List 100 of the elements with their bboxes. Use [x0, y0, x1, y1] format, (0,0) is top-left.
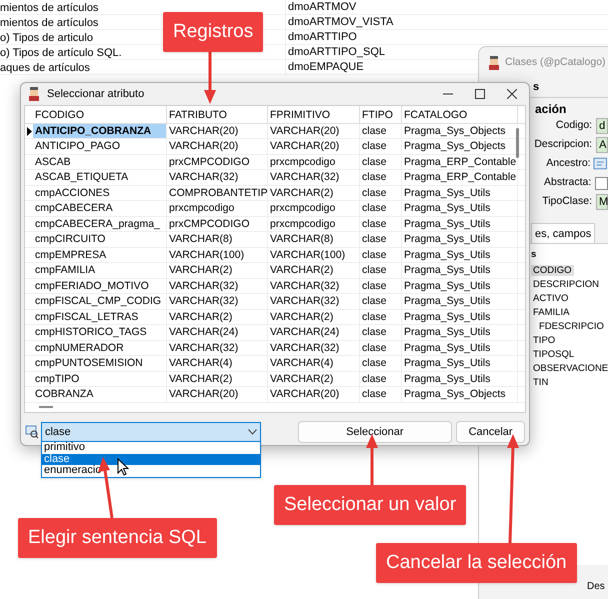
combo-box[interactable]: clase: [40, 422, 260, 442]
table-cell: Pragma_Sys_Utils: [402, 325, 518, 340]
table-cell: VARCHAR(20): [268, 387, 360, 402]
table-row[interactable]: cmpACCIONES COMPROBANTETIP VARCHAR(2) clase Pragma_Sys_Utils: [25, 186, 525, 202]
table-cell: VARCHAR(4): [268, 356, 360, 371]
window-title: Clases (@pCatalogo): [505, 55, 606, 70]
tree-item[interactable]: DESCRIPCION: [531, 279, 601, 290]
column-header[interactable]: FPRIMITIVO: [268, 106, 360, 123]
tree-item[interactable]: TIN: [531, 377, 550, 388]
column-header[interactable]: FATRIBUTO: [167, 106, 268, 123]
table-cell: VARCHAR(20): [268, 124, 360, 138]
arrow: [366, 434, 378, 485]
text-field[interactable]: A: [596, 137, 608, 153]
close-icon[interactable]: [507, 88, 517, 99]
table-cell: clase: [360, 248, 402, 262]
table-cell: clase: [360, 278, 402, 294]
table-cell: clase: [360, 170, 402, 185]
table-row[interactable]: cmpFISCAL_CMP_CODIG VARCHAR(32) VARCHAR(32) clase Pragma_Sys_Utils: [25, 294, 525, 310]
select-button[interactable]: Seleccionar: [298, 421, 452, 444]
table-row[interactable]: ANTICIPO_COBRANZA VARCHAR(20) VARCHAR(20) clase Pragma_Sys_Objects: [25, 124, 525, 140]
table-cell: VARCHAR(32): [268, 294, 360, 309]
tree-item[interactable]: FAMILIA: [531, 307, 572, 318]
table-row[interactable]: COBRANZA VARCHAR(20) VARCHAR(20) clase Pragma_Sys_Objects: [25, 387, 525, 403]
table-row[interactable]: cmpCIRCUITO VARCHAR(8) VARCHAR(8) clase Pragma_Sys_Utils: [25, 232, 525, 248]
tab[interactable]: es, campos: [531, 223, 596, 243]
scrollbar[interactable]: [516, 128, 519, 158]
list-cell: mientos de artículos: [0, 16, 98, 29]
table-cell: VARCHAR(2): [268, 186, 360, 200]
field-label: Codigo:: [554, 118, 592, 134]
table-cell: VARCHAR(32): [268, 170, 360, 185]
list-cell: dmoARTTIPO: [285, 28, 357, 46]
table-cell: Pragma_Sys_Utils: [402, 263, 518, 278]
cancel-button[interactable]: Cancelar: [456, 421, 525, 444]
column-header[interactable]: FTIPO: [360, 106, 402, 123]
scrollbar[interactable]: [39, 406, 53, 408]
table-cell: VARCHAR(100): [268, 248, 360, 262]
tree-item[interactable]: TIPOSQL: [531, 349, 576, 360]
tree-item[interactable]: FDESCRIPCIO: [537, 321, 606, 332]
table-row[interactable]: cmpEMPRESA VARCHAR(100) VARCHAR(100) clase Pragma_Sys_Utils: [25, 248, 525, 264]
table-cell: VARCHAR(2): [167, 372, 268, 386]
table-cell: clase: [360, 325, 402, 340]
table-cell: VARCHAR(24): [167, 325, 268, 340]
table-cell: cmpCABECERA_pragma_: [33, 216, 167, 232]
table-row[interactable]: cmpNUMERADOR VARCHAR(32) VARCHAR(32) clase Pragma_Sys_Utils: [25, 340, 525, 356]
table-cell: VARCHAR(4): [167, 356, 268, 371]
checkbox[interactable]: [595, 176, 608, 190]
table-cell: clase: [360, 201, 402, 216]
table-cell: VARCHAR(32): [167, 294, 268, 309]
table-cell: VARCHAR(8): [167, 232, 268, 247]
table-cell: cmpHISTORICO_TAGS: [33, 325, 167, 340]
table-row[interactable]: cmpHISTORICO_TAGS VARCHAR(24) VARCHAR(24) clase Pragma_Sys_Utils: [25, 325, 525, 341]
table-cell: clase: [360, 340, 402, 356]
table-cell: cmpFISCAL_CMP_CODIG: [33, 294, 167, 309]
column-header[interactable]: FCODIGO: [33, 106, 167, 123]
table-cell: COMPROBANTETIP: [167, 186, 268, 200]
table-cell: prxcmpcodigo: [167, 201, 268, 216]
table-cell: Pragma_ERP_Contable: [402, 170, 518, 185]
table-cell: cmpFERIADO_MOTIVO: [33, 278, 167, 294]
table-row[interactable]: ASCAB_ETIQUETA VARCHAR(32) VARCHAR(32) clase Pragma_ERP_Contable: [25, 170, 525, 186]
list-cell: o) Tipos de articulo: [0, 32, 93, 44]
text-field[interactable]: M: [596, 194, 608, 210]
tree-item[interactable]: OBSERVACIONE: [531, 363, 608, 374]
list-cell: mientos de artículos: [0, 2, 98, 14]
table-cell: cmpCIRCUITO: [33, 232, 167, 247]
table-cell: cmpEMPRESA: [33, 248, 167, 262]
table-row[interactable]: cmpTIPO VARCHAR(2) VARCHAR(2) clase Pragma_Sys_Utils: [25, 372, 525, 388]
tree-item[interactable]: ACTIVO: [531, 293, 570, 304]
table-row[interactable]: cmpPUNTOSEMISION VARCHAR(4) VARCHAR(4) clase Pragma_Sys_Utils: [25, 356, 525, 372]
table-row[interactable]: cmpCABECERA_pragma_ prxCMPCODIGO prxcmpcodigo clase Pragma_Sys_Utils: [25, 216, 525, 232]
lookup-icon[interactable]: [592, 157, 608, 171]
dropdown-option[interactable]: enumeracio: [42, 465, 260, 476]
table-cell: Pragma_Sys_Utils: [402, 186, 518, 200]
maximize-icon[interactable]: [475, 88, 485, 99]
table-cell: VARCHAR(20): [167, 387, 268, 402]
section-heading: ación: [535, 102, 566, 116]
tree-item[interactable]: CODIGO: [531, 265, 574, 276]
list-cell: dmoARTTIPO_SQL: [285, 44, 385, 60]
table-row[interactable]: cmpFISCAL_LETRAS VARCHAR(2) VARCHAR(2) clase Pragma_Sys_Utils: [25, 310, 525, 326]
text-field[interactable]: d: [596, 118, 608, 134]
table-cell: clase: [360, 232, 402, 247]
table-cell: cmpFAMILIA: [33, 263, 167, 278]
dropdown-option[interactable]: clase: [42, 454, 260, 465]
table-cell: cmpPUNTOSEMISION: [33, 356, 167, 371]
table-cell: clase: [360, 186, 402, 200]
dropdown-option[interactable]: primitivo: [42, 442, 260, 454]
tree-item[interactable]: TIPO: [531, 335, 558, 346]
table-cell: COBRANZA: [33, 387, 167, 402]
table-row[interactable]: ANTICIPO_PAGO VARCHAR(20) VARCHAR(20) clase Pragma_Sys_Objects: [25, 139, 525, 155]
column-header[interactable]: FCATALOGO: [402, 106, 518, 123]
table-row[interactable]: cmpFAMILIA VARCHAR(2) VARCHAR(2) clase Pragma_Sys_Utils: [25, 263, 525, 279]
table-cell: cmpCABECERA: [33, 201, 167, 216]
search-icon: [25, 425, 39, 440]
person-icon: [487, 55, 501, 71]
table-cell: clase: [360, 154, 402, 170]
table-row[interactable]: ASCAB prxCMPCODIGO prxcmpcodigo clase Pragma_ERP_Contable: [25, 154, 525, 170]
table-cell: ANTICIPO_COBRANZA: [33, 124, 167, 138]
table-row[interactable]: cmpCABECERA prxcmpcodigo prxcmpcodigo clase Pragma_Sys_Utils: [25, 201, 525, 217]
arrow: [204, 52, 216, 104]
table-row[interactable]: cmpFERIADO_MOTIVO VARCHAR(32) VARCHAR(32) clase Pragma_Sys_Utils: [25, 278, 525, 294]
table-cell: VARCHAR(100): [167, 248, 268, 262]
